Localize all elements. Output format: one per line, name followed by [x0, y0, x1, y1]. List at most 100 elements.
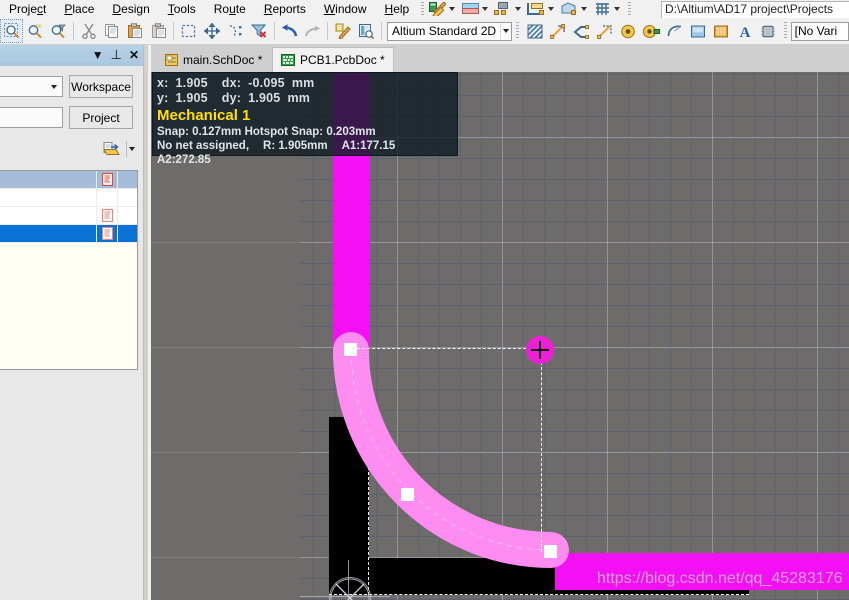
arc-mid-handle[interactable]: [401, 488, 414, 501]
origin-crosshair-horizontal: [300, 596, 390, 597]
tab-label: PCB1.PcbDoc *: [300, 53, 385, 67]
list-item[interactable]: [0, 243, 137, 353]
hud-radius: R: 1.905mm: [263, 140, 328, 152]
place-region-icon[interactable]: [686, 19, 709, 43]
workspace-select[interactable]: [0, 76, 63, 97]
layer-dropdown-caret[interactable]: [482, 7, 489, 11]
board-layer-icon[interactable]: [460, 1, 480, 18]
project-button[interactable]: Project: [69, 106, 133, 129]
origin-crosshair-vertical: [348, 560, 349, 600]
tab-main-schdoc[interactable]: main.SchDoc *: [156, 48, 271, 72]
list-item[interactable]: [0, 207, 137, 225]
project-select[interactable]: [0, 107, 63, 128]
place-via-icon[interactable]: [616, 19, 639, 43]
boardshape-dropdown-caret[interactable]: [548, 7, 555, 11]
view-mode-combo[interactable]: Altium Standard 2D: [387, 21, 513, 41]
project-path-field[interactable]: D:\Altium\AD17 project\Projects: [661, 1, 849, 19]
menu-place[interactable]: Place: [55, 0, 103, 18]
hud-snap-info: Snap: 0.127mm Hotspot Snap: 0.203mm: [157, 126, 376, 138]
hud-y-value: 1.905: [175, 91, 208, 105]
place-string-icon[interactable]: A: [733, 19, 756, 43]
arc-end-handle[interactable]: [544, 545, 557, 558]
menu-route[interactable]: Route: [205, 0, 255, 18]
polygon-pour-icon[interactable]: [559, 1, 579, 18]
list-item[interactable]: [0, 225, 137, 243]
collapse-icon[interactable]: ▼: [92, 47, 104, 63]
hud-layer-name: Mechanical 1: [157, 107, 251, 124]
browse-icon[interactable]: [355, 19, 378, 43]
menu-window[interactable]: Window: [315, 0, 376, 18]
paste-special-icon[interactable]: [147, 19, 170, 43]
menu-tools[interactable]: Tools: [159, 0, 205, 18]
measure-ruler-icon[interactable]: [427, 1, 447, 18]
zoom-area-icon[interactable]: [0, 19, 24, 43]
place-polygon-icon[interactable]: [710, 19, 733, 43]
place-component-icon[interactable]: [756, 19, 779, 43]
projects-panel: ▼ ⊥ ✕ Workspace Project: [0, 45, 148, 600]
cross-probe-icon[interactable]: [331, 19, 354, 43]
toolbar-separator-3: [273, 22, 275, 40]
move-icon[interactable]: [201, 19, 224, 43]
hud-a1: A1:177.15: [341, 140, 396, 152]
toolbar-separator-4: [327, 22, 329, 40]
panel-body: Workspace Project: [0, 66, 143, 600]
copy-icon[interactable]: [100, 19, 123, 43]
menu-reports[interactable]: Reports: [255, 0, 315, 18]
menu-project[interactable]: Project: [0, 0, 55, 18]
path-grip[interactable]: [628, 2, 632, 16]
open-project-icon[interactable]: [100, 138, 124, 160]
place-fill-icon[interactable]: [523, 19, 546, 43]
view-mode-dropdown[interactable]: [500, 22, 511, 40]
close-icon[interactable]: ✕: [129, 47, 139, 63]
list-item[interactable]: [0, 189, 137, 207]
undo-icon[interactable]: [278, 19, 301, 43]
cut-icon[interactable]: [77, 19, 100, 43]
pin-icon[interactable]: ⊥: [111, 47, 122, 63]
clear-filter-icon[interactable]: [247, 19, 270, 43]
panel-title-bar: ▼ ⊥ ✕: [0, 45, 143, 67]
panel-splitter[interactable]: [143, 45, 148, 600]
hud-dx-label: dx:: [221, 76, 242, 90]
workspace-button[interactable]: Workspace: [69, 75, 133, 98]
place-line-icon[interactable]: [546, 19, 569, 43]
select-area-icon[interactable]: [177, 19, 200, 43]
variant-grip[interactable]: [783, 22, 787, 40]
place-pad-icon[interactable]: [640, 19, 663, 43]
project-tree-list[interactable]: [0, 170, 138, 370]
schematic-doc-icon: [164, 54, 178, 66]
grid-dropdown-caret[interactable]: [614, 7, 621, 11]
hud-x-value: 1.905: [175, 76, 208, 90]
zoom-in-icon[interactable]: [23, 19, 46, 43]
deselect-icon[interactable]: [224, 19, 247, 43]
paste-icon[interactable]: [124, 19, 147, 43]
hud-net: No net assigned,: [157, 140, 250, 152]
open-dropdown-caret[interactable]: [129, 147, 135, 151]
cursor-hotspot[interactable]: [526, 336, 554, 364]
heads-up-display: x: 1.905 dx: -0.095 mm y: 1.905 dy: 1.905 mm Mec…: [152, 72, 458, 166]
variant-field[interactable]: [No Vari: [790, 21, 849, 41]
toolbar-grip[interactable]: [421, 2, 425, 16]
interactive-route-icon[interactable]: [570, 19, 593, 43]
menu-design[interactable]: Design: [103, 0, 158, 18]
board-shape-icon[interactable]: [526, 1, 546, 18]
view-mode-value: Altium Standard 2D: [392, 24, 497, 38]
place-toolbar-grip[interactable]: [516, 22, 519, 40]
grid-icon[interactable]: [592, 1, 612, 18]
component-dropdown-caret[interactable]: [515, 7, 522, 11]
workspace-dropdown-caret[interactable]: [46, 84, 62, 89]
component-placement-icon[interactable]: [493, 1, 513, 18]
redo-icon[interactable]: [301, 19, 324, 43]
list-item[interactable]: [0, 171, 137, 189]
hud-dy-value: 1.905: [248, 91, 281, 105]
hud-x-label: x:: [157, 76, 169, 90]
tab-pcb1-pcbdoc[interactable]: PCB1.PcbDoc *: [272, 47, 394, 72]
place-arc-icon[interactable]: [663, 19, 686, 43]
hud-y-unit: mm: [287, 91, 311, 105]
arc-start-handle[interactable]: [344, 343, 357, 356]
menu-help[interactable]: Help: [376, 0, 419, 18]
measure-dropdown-caret[interactable]: [449, 7, 456, 11]
place-track-icon[interactable]: [593, 19, 616, 43]
polygon-dropdown-caret[interactable]: [581, 7, 588, 11]
zoom-filter-icon[interactable]: [47, 19, 70, 43]
watermark-text: https://blog.csdn.net/qq_45283176: [597, 570, 843, 587]
